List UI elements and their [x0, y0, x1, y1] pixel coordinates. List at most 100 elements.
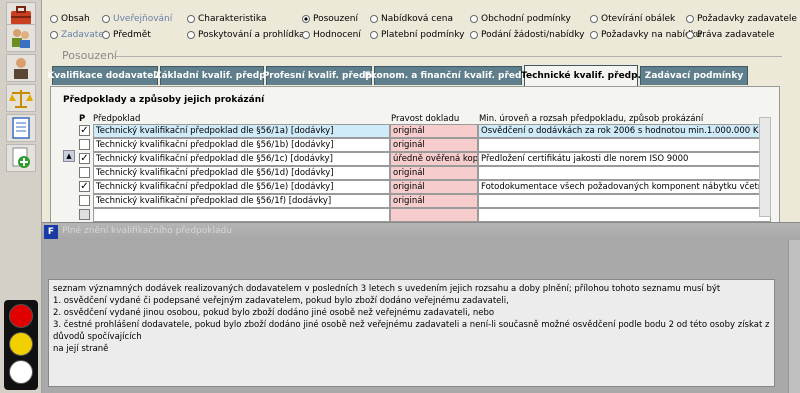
pravost-cell[interactable]: originál: [390, 124, 478, 138]
table-row[interactable]: Technický kvalifikační předpoklad dle §5…: [63, 166, 771, 180]
full-text-box[interactable]: seznam významných dodávek realizovaných …: [48, 279, 775, 387]
pravost-cell[interactable]: originál: [390, 194, 478, 208]
row-checkbox[interactable]: [79, 195, 90, 206]
option-label: Uveřejňování: [113, 14, 173, 24]
option-nabidkova-cena[interactable]: Nabídková cena: [370, 14, 453, 24]
option-label: Posouzení: [313, 14, 358, 24]
section-title: Posouzení: [62, 49, 117, 62]
option-hodnoceni[interactable]: Hodnocení: [302, 30, 361, 40]
option-label: Zadavatel: [61, 30, 107, 40]
row-checkbox[interactable]: [79, 209, 90, 220]
predpoklad-cell[interactable]: Technický kvalifikační předpoklad dle §5…: [93, 152, 390, 166]
radio-icon: [370, 31, 378, 39]
min-uroven-cell[interactable]: [478, 208, 771, 222]
predpoklad-cell[interactable]: Technický kvalifikační předpoklad dle §5…: [93, 166, 390, 180]
option-label: Poskytování a prohlídka: [198, 30, 305, 40]
option-predmet[interactable]: Předmět: [102, 30, 151, 40]
left-toolbar: [0, 0, 42, 393]
option-poskytovani[interactable]: Poskytování a prohlídka: [187, 30, 305, 40]
predpoklad-cell[interactable]: Technický kvalifikační předpoklad dle §5…: [93, 194, 390, 208]
traffic-light: [4, 300, 38, 390]
col-header-predpoklad: Předpoklad: [93, 114, 141, 124]
option-charakteristika[interactable]: Charakteristika: [187, 14, 266, 24]
radio-icon: [102, 31, 110, 39]
predpoklad-cell[interactable]: Technický kvalifikační předpoklad dle §5…: [93, 180, 390, 194]
window-scrollbar[interactable]: [788, 240, 800, 393]
min-uroven-cell[interactable]: [478, 138, 771, 152]
option-label: Požadavky zadavatele: [697, 14, 797, 24]
pravost-cell[interactable]: originál: [390, 180, 478, 194]
option-platebni-podminky[interactable]: Platební podmínky: [370, 30, 464, 40]
radio-icon: [470, 31, 478, 39]
option-obsah[interactable]: Obsah: [50, 14, 90, 24]
table-row[interactable]: [63, 208, 771, 222]
radio-icon: [50, 15, 58, 23]
pravost-cell[interactable]: originál: [390, 166, 478, 180]
min-uroven-cell[interactable]: Fotodokumentace všech požadovaných kompo…: [478, 180, 771, 194]
option-pozadavky-na-nabidku[interactable]: Požadavky na nabídku: [590, 30, 701, 40]
option-label: Platební podmínky: [381, 30, 465, 40]
table-row[interactable]: ✓ Technický kvalifikační předpoklad dle §…: [63, 180, 771, 194]
tab-ekonom-financni-kvalif[interactable]: Ekonom. a finanční kvalif. předp.: [365, 66, 531, 85]
option-label: Podání žádosti/nabídky: [481, 30, 585, 40]
tab-zakladni-kvalif[interactable]: Základní kvalif. předp.: [155, 66, 269, 85]
table-row[interactable]: ✓ Technický kvalifikační předpoklad dle §…: [63, 124, 771, 138]
option-obchodni-podminky[interactable]: Obchodní podmínky: [470, 14, 571, 24]
option-zadavatel[interactable]: Zadavatel: [50, 30, 106, 40]
table-row[interactable]: ✓ Technický kvalifikační předpoklad dle §…: [63, 152, 771, 166]
option-podani-zadosti[interactable]: Podání žádosti/nabídky: [470, 30, 584, 40]
tab-profesni-kvalif[interactable]: Profesní kvalif. předp.: [263, 66, 375, 85]
panel-title: Předpoklady a způsoby jejich prokázání: [63, 95, 265, 105]
users-button[interactable]: [6, 24, 36, 52]
col-header-p: P: [79, 114, 86, 124]
min-uroven-cell[interactable]: [478, 166, 771, 180]
red-light-icon: [9, 304, 33, 328]
radio-icon: [470, 15, 478, 23]
option-label: Hodnocení: [313, 30, 361, 40]
option-otevirani-obalek[interactable]: Otevírání obálek: [590, 14, 675, 24]
tab-zadavaci-podminky[interactable]: Zadávací podmínky: [640, 66, 748, 85]
person-button[interactable]: [6, 54, 36, 82]
row-checkbox[interactable]: [79, 167, 90, 178]
yellow-light-icon: [9, 332, 33, 356]
overlay-titlebar: F Plné znění kvalifikačního předpokladu: [42, 222, 800, 240]
pravost-cell[interactable]: originál: [390, 138, 478, 152]
technical-qualification-panel: Předpoklady a způsoby jejich prokázání P…: [50, 86, 780, 226]
radio-icon: [590, 31, 598, 39]
table-row[interactable]: Technický kvalifikační předpoklad dle §5…: [63, 138, 771, 152]
option-prava-zadavatele[interactable]: Práva zadavatele: [686, 30, 775, 40]
radio-icon: [50, 31, 58, 39]
radio-icon: [302, 31, 310, 39]
tab-technicke-kvalif[interactable]: Technické kvalif. předp.: [521, 65, 641, 86]
white-light-icon: [9, 360, 33, 384]
row-checkbox[interactable]: [79, 139, 90, 150]
radio-icon: [686, 31, 694, 39]
option-label: Otevírání obálek: [601, 14, 676, 24]
row-checkbox[interactable]: ✓: [79, 153, 90, 164]
add-document-button[interactable]: [6, 144, 36, 172]
radio-icon: [187, 31, 195, 39]
tab-kvalifikace-dodavatelu[interactable]: Kvalifikace dodavatelů: [47, 66, 163, 85]
min-uroven-cell[interactable]: [478, 194, 771, 208]
min-uroven-cell[interactable]: Předložení certifikátu jakosti dle norem…: [478, 152, 771, 166]
option-pozadavky-zadavatele[interactable]: Požadavky zadavatele: [686, 14, 797, 24]
pravost-cell[interactable]: úředně ověřená kopie: [390, 152, 478, 166]
grid-scrollbar[interactable]: [759, 117, 771, 217]
scales-button[interactable]: [6, 84, 36, 112]
option-uverejnovani[interactable]: Uveřejňování: [102, 14, 172, 24]
option-posouzeni[interactable]: Posouzení: [302, 14, 358, 24]
option-label: Práva zadavatele: [697, 30, 775, 40]
document-button[interactable]: [6, 114, 36, 142]
radio-icon: [187, 15, 195, 23]
table-row[interactable]: Technický kvalifikační předpoklad dle §5…: [63, 194, 771, 208]
predpoklad-cell[interactable]: Technický kvalifikační předpoklad dle §5…: [93, 124, 390, 138]
col-header-pravost: Pravost dokladu: [391, 114, 460, 124]
option-label: Charakteristika: [198, 14, 267, 24]
predpoklad-cell[interactable]: Technický kvalifikační předpoklad dle §5…: [93, 138, 390, 152]
row-checkbox[interactable]: ✓: [79, 181, 90, 192]
min-uroven-cell[interactable]: Osvědčení o dodávkách za rok 2006 s hodn…: [478, 124, 771, 138]
predpoklad-cell[interactable]: [93, 208, 390, 222]
option-label: Obchodní podmínky: [481, 14, 571, 24]
row-checkbox[interactable]: ✓: [79, 125, 90, 136]
pravost-cell[interactable]: [390, 208, 478, 222]
